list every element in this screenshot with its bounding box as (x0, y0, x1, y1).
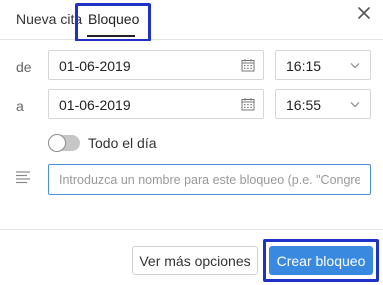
create-button-highlight: Crear bloqueo (263, 239, 379, 282)
notes-icon (16, 171, 30, 184)
create-block-button[interactable]: Crear bloqueo (269, 246, 373, 275)
to-date-field[interactable]: 01-06-2019 (48, 89, 264, 119)
to-time-select[interactable]: 16:55 (275, 89, 371, 119)
chevron-down-icon (350, 63, 360, 69)
calendar-icon[interactable] (241, 58, 255, 72)
all-day-toggle[interactable] (48, 135, 80, 151)
from-date-field[interactable]: 01-06-2019 (48, 50, 264, 80)
to-time-value: 16:55 (286, 97, 322, 113)
calendar-icon[interactable] (241, 97, 255, 111)
toggle-knob (49, 135, 65, 151)
from-date-value: 01-06-2019 (59, 58, 131, 74)
block-name-input[interactable] (48, 164, 371, 195)
from-label: de (16, 59, 32, 75)
all-day-label: Todo el día (88, 135, 157, 151)
tab-bloqueo[interactable]: Bloqueo (88, 9, 139, 29)
to-date-value: 01-06-2019 (59, 97, 131, 113)
more-options-button[interactable]: Ver más opciones (132, 246, 258, 275)
to-label: a (16, 98, 24, 114)
modal-header: Nueva cita Bloqueo (0, 0, 383, 42)
modal-footer: Ver más opciones Crear bloqueo (0, 229, 383, 285)
modal-body: de 01-06-2019 16:15 a 01-06-2019 16:55 T… (0, 41, 383, 229)
active-tab-underline (87, 35, 135, 37)
close-icon[interactable] (356, 5, 372, 21)
from-time-select[interactable]: 16:15 (275, 50, 371, 80)
from-time-value: 16:15 (286, 58, 322, 74)
chevron-down-icon (350, 102, 360, 108)
tab-nueva-cita[interactable]: Nueva cita (16, 0, 82, 40)
tab-bloqueo-highlight: Bloqueo (75, 3, 151, 42)
